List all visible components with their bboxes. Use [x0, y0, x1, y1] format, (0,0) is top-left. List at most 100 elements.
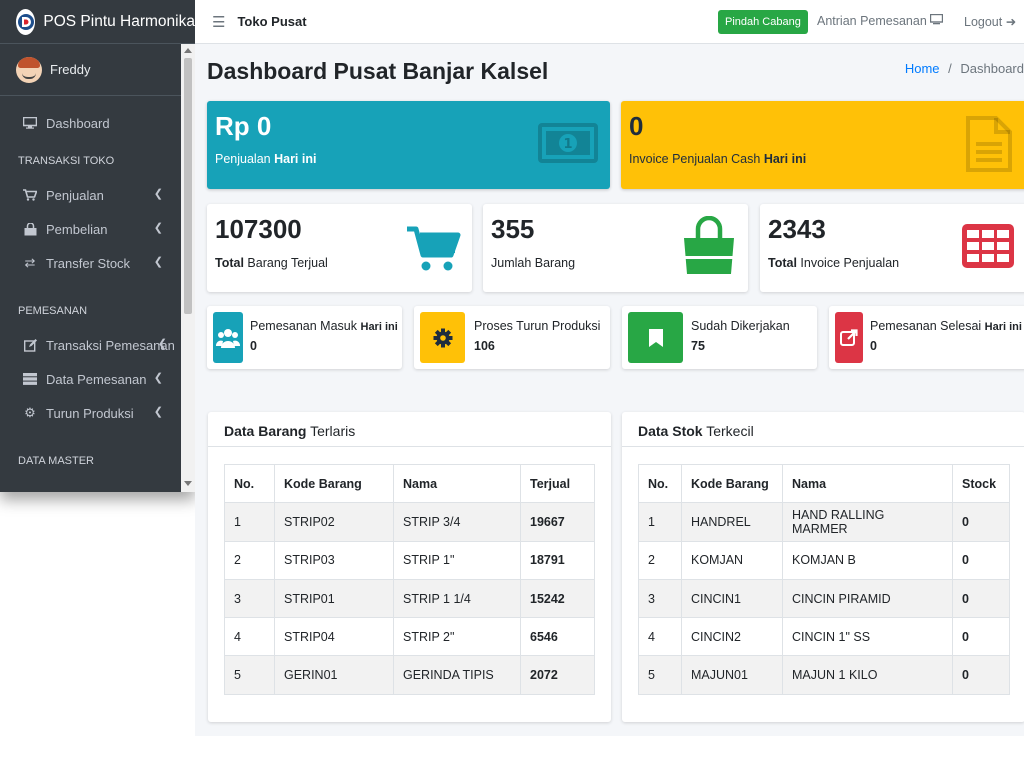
chevron-left-icon: ❮ — [153, 372, 163, 384]
sidebar-item-label: Turun Produksi — [46, 405, 134, 421]
table-row: 3 STRIP01 STRIP 1 1/4 15242 — [224, 578, 595, 619]
table-cell: 2072 — [520, 655, 595, 695]
breadcrumb: Home / Dashboard — [905, 61, 1024, 76]
desktop-icon — [22, 117, 38, 129]
table-row: 5 MAJUN01 MAJUN 1 KILO 0 — [638, 655, 1010, 695]
user-name: Freddy — [50, 62, 91, 77]
sidebar-item-pembelian[interactable]: Pembelian ❮ — [0, 212, 181, 246]
chevron-left-icon: ❮ — [157, 338, 167, 350]
column-header[interactable]: Nama — [782, 463, 953, 504]
stat-box-value: 355 — [491, 214, 535, 244]
column-header[interactable]: Kode Barang — [274, 463, 394, 504]
sidebar-item-transaksi-pemesanan[interactable]: Transaksi Pemesanan ❮ — [0, 328, 181, 362]
info-box-title: Pemesanan Masuk Hari ini — [250, 319, 398, 333]
info-box-number: 75 — [691, 339, 705, 353]
sidebar-header-data-master: DATA MASTER — [18, 455, 94, 467]
table-cell: MAJUN 1 KILO — [782, 655, 953, 695]
breadcrumb-current: Dashboard — [960, 61, 1024, 76]
table-cell: 3 — [224, 578, 275, 619]
info-box-number: 106 — [474, 339, 495, 353]
stat-box-label: Total Invoice Penjualan — [768, 256, 900, 270]
small-box-value: 0 — [629, 111, 644, 141]
table-cell: 1 — [638, 502, 682, 542]
card-barang-terlaris: Data Barang Terlaris No. Kode Barang Nam… — [208, 412, 611, 722]
table-cell: MAJUN01 — [681, 655, 783, 695]
brand-link[interactable]: POS Pintu Harmonika — [0, 0, 195, 44]
logout-label: Logout — [964, 15, 1003, 29]
table-cell: HANDREL — [681, 502, 783, 542]
shopping-bag-icon — [22, 222, 38, 236]
sidebar-header-pemesanan: PEMESANAN — [18, 305, 88, 317]
user-panel[interactable]: Freddy — [0, 44, 183, 96]
logout-link[interactable]: Logout ➜ — [964, 14, 1016, 29]
stat-box-label: Jumlah Barang — [491, 256, 576, 270]
sidebar-item-penjualan[interactable]: Penjualan ❮ — [0, 178, 181, 212]
small-box-penjualan: Rp 0 Penjualan Hari ini 1 — [207, 101, 610, 189]
brand-name: POS Pintu Harmonika — [43, 12, 195, 30]
table-cell: 4 — [224, 617, 275, 657]
sidebar-nav: Dashboard TRANSAKSI TOKO Penjualan ❮ Pem… — [0, 96, 181, 478]
info-box-number: 0 — [250, 339, 257, 353]
sidebar-item-transfer-stock[interactable]: ⇄ Transfer Stock ❮ — [0, 246, 181, 280]
column-header[interactable]: No. — [638, 463, 682, 504]
scrollbar-thumb[interactable] — [184, 58, 192, 314]
menu-toggle-icon[interactable]: ☰ — [212, 13, 225, 31]
stat-box-value: 107300 — [215, 214, 302, 244]
column-header[interactable]: Terjual — [520, 463, 595, 504]
scroll-down-icon[interactable] — [184, 481, 192, 486]
table-cell: 18791 — [520, 540, 595, 580]
column-header[interactable]: Kode Barang — [681, 463, 783, 504]
info-box-pemesanan-selesai: Pemesanan Selesai Hari ini 0 — [829, 306, 1024, 369]
chevron-left-icon: ❮ — [153, 222, 163, 234]
table-cell: 3 — [638, 578, 682, 619]
table-row: 4 STRIP04 STRIP 2" 6546 — [224, 617, 595, 657]
sidebar-scrollbar[interactable] — [181, 44, 195, 492]
table-cell: 19667 — [520, 502, 595, 542]
page-title-prefix: Dashboard — [207, 58, 328, 84]
table-cell: 6546 — [520, 617, 595, 657]
external-link-icon — [835, 312, 863, 363]
sidebar-item-label: Dashboard — [46, 115, 110, 131]
card-stok-terkecil: Data Stok Terkecil No. Kode Barang Nama … — [622, 412, 1024, 722]
money-bill-icon: 1 — [538, 123, 598, 166]
table-cell: CINCIN 1" SS — [782, 617, 953, 657]
column-header[interactable]: Nama — [393, 463, 521, 504]
card-title: Data Barang Terlaris — [208, 412, 611, 447]
stat-box-label: Total Barang Terjual — [215, 256, 328, 270]
table-cell: 0 — [952, 540, 1010, 580]
table-cell: STRIP02 — [274, 502, 394, 542]
table-cell: HAND RALLING MARMER — [782, 502, 953, 542]
antrian-label: Antrian Pemesanan — [817, 14, 927, 28]
database-icon — [22, 373, 38, 385]
main-content: Dashboard Pusat Banjar Kalsel Home / Das… — [195, 44, 1024, 736]
column-header[interactable]: No. — [224, 463, 275, 504]
sign-out-icon: ➜ — [1005, 15, 1017, 29]
table-cell: STRIP04 — [274, 617, 394, 657]
table-cell: GERINDA TIPIS — [393, 655, 521, 695]
shopping-bag-icon — [681, 215, 737, 279]
page-title-bold: Pusat Banjar Kalsel — [333, 58, 549, 84]
small-box-value: Rp 0 — [215, 111, 272, 141]
bookmark-icon — [628, 312, 683, 363]
breadcrumb-home-link[interactable]: Home — [905, 61, 940, 76]
sidebar-item-label: Transfer Stock — [46, 255, 131, 271]
table-stok-terkecil: No. Kode Barang Nama Stock 1 HANDREL HAND … — [638, 463, 1010, 695]
scroll-up-icon[interactable] — [184, 48, 192, 53]
pindah-cabang-button[interactable]: Pindah Cabang — [718, 10, 808, 34]
table-cell: GERIN01 — [274, 655, 394, 695]
sidebar-item-turun-produksi[interactable]: ⚙ Turun Produksi ❮ — [0, 396, 181, 430]
antrian-pemesanan-link[interactable]: Antrian Pemesanan — [817, 13, 944, 28]
svg-text:1: 1 — [563, 137, 572, 152]
small-box-invoice-cash: 0 Invoice Penjualan Cash Hari ini — [621, 101, 1024, 189]
brand-logo-icon — [16, 8, 36, 35]
table-cell: STRIP 1" — [393, 540, 521, 580]
sidebar-item-dashboard[interactable]: Dashboard — [0, 106, 181, 140]
table-cell: 1 — [224, 502, 275, 542]
table-row: 2 KOMJAN KOMJAN B0 — [638, 540, 1010, 580]
sidebar-item-data-pemesanan[interactable]: Data Pemesanan ❮ — [0, 362, 181, 396]
sidebar: POS Pintu Harmonika Freddy Dashboard TRA… — [0, 0, 195, 492]
table-row: 1 HANDREL HAND RALLING MARMER 0 — [638, 502, 1010, 542]
column-header[interactable]: Stock — [952, 463, 1010, 504]
sidebar-item-label: Data Pemesanan — [46, 371, 147, 387]
table-cell: STRIP 2" — [393, 617, 521, 657]
